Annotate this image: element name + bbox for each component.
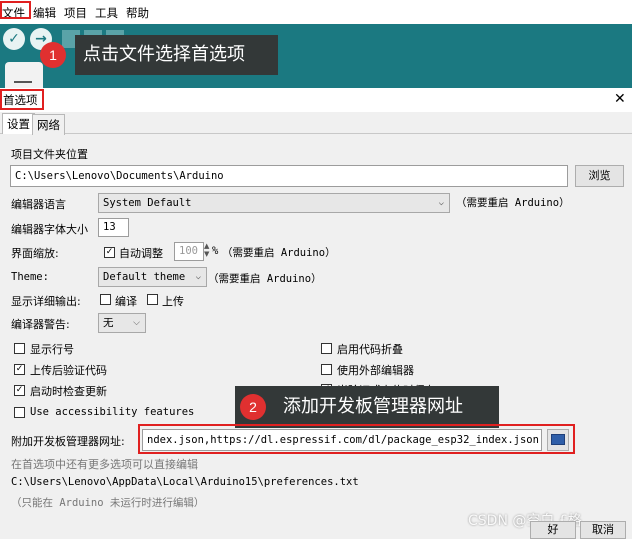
- warnings-value: 无: [103, 317, 114, 329]
- check-icon: ✓: [105, 247, 114, 257]
- line-numbers-checkbox[interactable]: [14, 343, 25, 354]
- step-badge-1: 1: [40, 42, 66, 68]
- editor-language-label: 编辑器语言: [11, 198, 66, 211]
- tab-network[interactable]: 网络: [32, 114, 65, 135]
- editor-language-select[interactable]: System Default ⌵: [98, 193, 450, 213]
- check-icon: ✓: [15, 364, 24, 374]
- warnings-select[interactable]: 无 ⌵: [98, 313, 146, 333]
- verbose-label: 显示详细输出:: [11, 295, 81, 308]
- close-icon[interactable]: ✕: [614, 91, 626, 107]
- editor-tab[interactable]: [5, 62, 43, 90]
- boards-url-input[interactable]: ndex.json,https://dl.espressif.com/dl/pa…: [142, 429, 542, 451]
- accessibility-checkbox[interactable]: [14, 407, 25, 418]
- browse-button[interactable]: 浏览: [575, 165, 624, 187]
- scale-value-input[interactable]: 100: [174, 242, 204, 261]
- auto-scale-label: 自动调整: [119, 247, 163, 260]
- check-updates-checkbox[interactable]: ✓: [14, 385, 25, 396]
- external-editor-label: 使用外部编辑器: [337, 364, 414, 377]
- ok-button[interactable]: 好: [530, 521, 576, 539]
- theme-select[interactable]: Default theme ⌵: [98, 267, 207, 287]
- dialog-title: 首选项: [3, 93, 38, 107]
- boards-url-edit-button[interactable]: [547, 429, 569, 451]
- code-folding-label: 启用代码折叠: [337, 343, 403, 356]
- verbose-upload-checkbox[interactable]: [147, 294, 158, 305]
- verify-button[interactable]: ✓: [3, 28, 25, 50]
- menu-tools[interactable]: 工具: [95, 5, 118, 21]
- chevron-down-icon: ⌵: [133, 318, 140, 328]
- auto-scale-checkbox[interactable]: ✓: [104, 247, 115, 258]
- restart-note-scale: （需要重启 Arduino）: [222, 247, 336, 259]
- scale-unit: %: [212, 245, 219, 257]
- theme-label: Theme:: [11, 271, 49, 283]
- boards-url-label: 附加开发板管理器网址:: [11, 435, 125, 448]
- step-callout-1: 点击文件选择首选项: [75, 35, 278, 75]
- boards-url-value: ndex.json,https://dl.espressif.com/dl/pa…: [147, 434, 539, 446]
- verbose-upload-label: 上传: [162, 295, 184, 308]
- warnings-label: 编译器警告:: [11, 318, 70, 331]
- chevron-down-icon: ⌵: [438, 198, 444, 208]
- check-icon: ✓: [15, 385, 24, 395]
- editor-language-value: System Default: [103, 197, 192, 209]
- verbose-compile-checkbox[interactable]: [100, 294, 111, 305]
- editor-tab-marker: [14, 81, 32, 83]
- menu-bar: 文件 编辑 项目 工具 帮助: [0, 0, 632, 24]
- font-size-input[interactable]: 13: [98, 218, 129, 237]
- file-menu-highlight: [0, 1, 31, 19]
- dialog-titlebar: [0, 88, 632, 112]
- step-badge-2: 2: [240, 394, 266, 420]
- verify-upload-label: 上传后验证代码: [30, 364, 107, 377]
- accessibility-label: Use accessibility features: [30, 406, 195, 418]
- sketchbook-path-input[interactable]: C:\Users\Lenovo\Documents\Arduino: [10, 165, 568, 187]
- more-prefs-note: 在首选项中还有更多选项可以直接编辑: [11, 458, 198, 471]
- edit-restriction-note: （只能在 Arduino 未运行时进行编辑）: [11, 497, 205, 509]
- tab-settings[interactable]: 设置: [2, 113, 35, 134]
- verify-upload-checkbox[interactable]: ✓: [14, 364, 25, 375]
- sketchbook-label: 项目文件夹位置: [11, 148, 88, 161]
- menu-edit[interactable]: 编辑: [33, 5, 56, 21]
- cancel-button[interactable]: 取消: [580, 521, 626, 539]
- restart-note-language: （需要重启 Arduino）: [456, 197, 570, 209]
- theme-value: Default theme: [103, 271, 186, 283]
- check-updates-label: 启动时检查更新: [30, 385, 107, 398]
- restart-note-theme: （需要重启 Arduino）: [208, 273, 322, 285]
- check-icon: ✓: [8, 31, 20, 47]
- tab-divider: [0, 133, 632, 134]
- scale-label: 界面缩放:: [11, 247, 59, 260]
- external-editor-checkbox[interactable]: [321, 364, 332, 375]
- menu-help[interactable]: 帮助: [126, 5, 149, 21]
- menu-project[interactable]: 项目: [64, 5, 87, 21]
- window-icon: [551, 434, 565, 445]
- chevron-down-icon: ⌵: [195, 272, 201, 282]
- step-callout-2: 添加开发板管理器网址: [235, 386, 499, 428]
- font-size-label: 编辑器字体大小: [11, 223, 88, 236]
- code-folding-checkbox[interactable]: [321, 343, 332, 354]
- scale-spinner-icon[interactable]: ▲ ▼: [204, 242, 209, 258]
- verbose-compile-label: 编译: [115, 295, 137, 308]
- prefs-path[interactable]: C:\Users\Lenovo\AppData\Local\Arduino15\…: [11, 476, 359, 488]
- line-numbers-label: 显示行号: [30, 343, 74, 356]
